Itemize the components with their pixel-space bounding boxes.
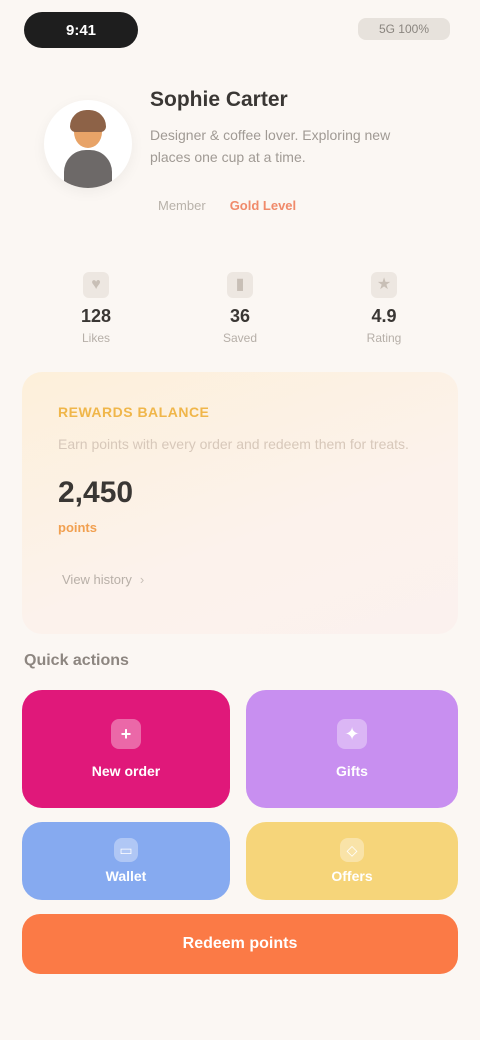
rewards-unit: points	[58, 520, 97, 535]
wallet-button[interactable]: ▭ Wallet	[22, 822, 230, 900]
chevron-right-icon: ›	[139, 572, 145, 587]
tile-label: Offers	[331, 868, 373, 884]
stat-value: 36	[229, 306, 251, 326]
new-order-button[interactable]: + New order	[22, 690, 230, 808]
plus-icon: +	[111, 719, 141, 749]
stat-likes[interactable]: ♥ 128 Likes	[36, 262, 156, 345]
status-bar: 9:41 5G 100%	[0, 0, 480, 60]
rewards-kicker: REWARDS BALANCE	[58, 404, 210, 420]
profile-name: Sophie Carter	[150, 88, 288, 111]
view-history-label: View history	[62, 572, 132, 587]
offers-button[interactable]: ◇ Offers	[246, 822, 458, 900]
status-indicators: 5G 100%	[358, 18, 450, 40]
avatar-hair	[70, 110, 106, 132]
card-icon: ▭	[114, 838, 138, 862]
profile-tags: Member Gold Level	[158, 198, 296, 213]
heart-icon: ♥	[83, 272, 109, 298]
profile-header: Sophie Carter Designer & coffee lover. E…	[0, 80, 480, 230]
tile-label: Gifts	[336, 763, 368, 779]
star-icon: ★	[371, 272, 397, 298]
tile-label: Wallet	[105, 868, 147, 884]
ticket-icon: ◇	[340, 838, 364, 862]
rewards-amount: 2,450	[58, 476, 134, 509]
gift-icon: ✦	[337, 719, 367, 749]
profile-bio: Designer & coffee lover. Exploring new p…	[150, 127, 391, 165]
bookmark-icon: ▮	[227, 272, 253, 298]
avatar-body	[64, 150, 112, 188]
avatar[interactable]	[44, 100, 132, 188]
stat-label: Likes	[81, 331, 110, 345]
level-tag[interactable]: Gold Level	[230, 198, 296, 213]
member-tag: Member	[158, 198, 206, 213]
stat-value: 4.9	[371, 306, 397, 326]
stats-row: ♥ 128 Likes ▮ 36 Saved ★ 4.9 Rating	[24, 262, 456, 348]
stat-saved[interactable]: ▮ 36 Saved	[180, 262, 300, 345]
rewards-card[interactable]: REWARDS BALANCE Earn points with every o…	[22, 372, 458, 634]
stat-value: 128	[80, 306, 112, 326]
quick-actions-title: Quick actions	[24, 652, 129, 669]
tile-label: New order	[91, 763, 161, 779]
status-time: 9:41	[24, 12, 138, 48]
stat-label: Saved	[222, 331, 258, 345]
redeem-points-button[interactable]: Redeem points	[22, 914, 458, 974]
app-screen: 9:41 5G 100% Sophie Carter Designer & co…	[0, 0, 480, 1040]
rewards-description: Earn points with every order and redeem …	[58, 436, 409, 452]
stat-label: Rating	[366, 331, 402, 345]
stat-rating[interactable]: ★ 4.9 Rating	[324, 262, 444, 345]
gifts-button[interactable]: ✦ Gifts	[246, 690, 458, 808]
view-history-link[interactable]: View history ›	[62, 572, 144, 587]
